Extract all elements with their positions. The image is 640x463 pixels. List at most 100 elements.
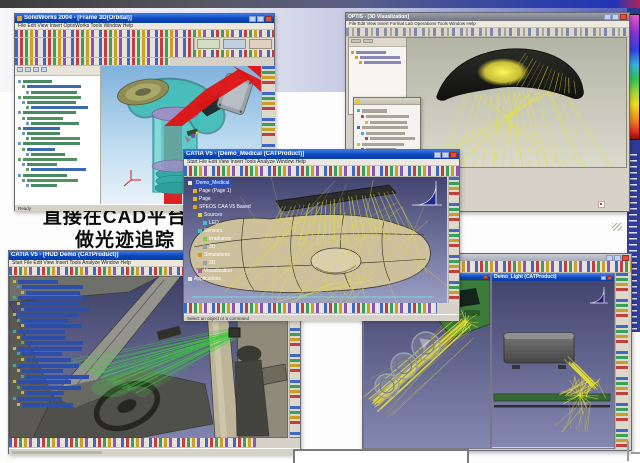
tree-item[interactable] (17, 386, 90, 390)
close-button[interactable] (483, 275, 488, 279)
tree-item[interactable] (26, 122, 100, 125)
specification-tree[interactable] (13, 278, 90, 407)
tree-item[interactable]: Visualization (198, 267, 251, 275)
toolbar-icons-strip[interactable] (15, 30, 274, 38)
tree-item[interactable] (22, 179, 100, 182)
maximize-button[interactable] (612, 14, 619, 20)
tree-item[interactable] (365, 137, 420, 140)
toolbar-icons-strip[interactable] (15, 38, 194, 50)
toolbar-icons-strip[interactable] (346, 28, 629, 37)
tree-item[interactable]: SPEOS CAA V5 Based (193, 203, 251, 211)
tree-item[interactable] (17, 403, 90, 407)
optis-tool-button[interactable] (197, 39, 220, 49)
tree-item[interactable] (17, 352, 90, 356)
tree-item[interactable] (17, 302, 90, 306)
tree-item[interactable] (21, 324, 90, 328)
tree-item[interactable] (13, 364, 90, 368)
close-button[interactable] (622, 255, 629, 261)
tree-item[interactable] (365, 121, 420, 124)
close-button[interactable] (607, 276, 612, 280)
maximize-button[interactable] (601, 276, 606, 280)
tree-item[interactable]: Demo_Medical (188, 179, 251, 187)
minimize-button[interactable] (604, 14, 611, 20)
window-b-menubar[interactable]: File Edit View Insert Format Lab Operati… (346, 21, 629, 28)
tree-item[interactable]: Sources (198, 211, 251, 219)
optis-tool-button[interactable] (249, 39, 272, 49)
3d-viewport-medical[interactable]: Demo_MedicalPage (Page 1)PageSPEOS CAA V… (184, 177, 448, 303)
tree-item[interactable] (361, 115, 420, 118)
tree-item[interactable] (18, 96, 100, 99)
optis-tool-button[interactable] (223, 39, 246, 49)
optisworks-button-group[interactable] (194, 38, 274, 50)
tree-item[interactable] (18, 127, 100, 130)
feature-tree-items[interactable] (15, 76, 100, 187)
tree-item[interactable]: Simulations (198, 251, 251, 259)
feature-tree-panel[interactable] (15, 66, 101, 204)
bottom-toolbar-icons[interactable] (9, 438, 256, 448)
tree-item[interactable] (22, 101, 100, 104)
window-c-titlebar[interactable]: CATIA V5 - [Demo_Medical (CATProduct)] (184, 150, 459, 159)
resize-gripper[interactable] (612, 223, 622, 231)
window-a-titlebar[interactable]: SolidWorks 2004 - [Frame 3D(Orbital)] (15, 14, 274, 23)
tree-item[interactable] (21, 358, 90, 362)
tree-item[interactable] (357, 143, 420, 146)
tree-item[interactable] (26, 153, 100, 156)
tree-item[interactable] (17, 336, 90, 340)
tree-item[interactable]: LED (203, 219, 251, 227)
close-button[interactable] (450, 152, 457, 158)
tree-item[interactable] (21, 308, 90, 312)
tree-item[interactable] (21, 375, 90, 379)
tree-item[interactable] (26, 91, 100, 94)
tree-item[interactable] (22, 163, 100, 166)
minimize-button[interactable] (434, 152, 441, 158)
tree-item[interactable] (18, 80, 100, 83)
window-b-titlebar[interactable]: OPTIS - [3D Visualization] (346, 13, 629, 21)
tree-item[interactable] (21, 291, 90, 295)
minimize-button[interactable] (249, 16, 256, 22)
window-c-menubar[interactable]: Start File Edit View Insert Tools Analyz… (184, 159, 459, 166)
tree-item[interactable] (13, 397, 90, 401)
tree-item[interactable] (17, 319, 90, 323)
tree-item[interactable] (22, 117, 100, 120)
maximize-button[interactable] (442, 152, 449, 158)
tree-item[interactable] (17, 285, 90, 289)
tree-item[interactable] (359, 61, 406, 64)
tree-item[interactable] (18, 142, 100, 145)
tree-item[interactable] (18, 158, 100, 161)
bottom-toolbar-icons[interactable] (184, 303, 437, 314)
toolbar-icons-strip[interactable] (15, 58, 170, 66)
tree-item[interactable]: 3D (203, 243, 251, 251)
tree-item[interactable] (13, 380, 90, 384)
right-toolbar-column[interactable] (615, 273, 628, 449)
tree-item[interactable]: Irradiance (203, 235, 251, 243)
tree-item[interactable] (13, 347, 90, 351)
tree-item[interactable] (26, 106, 100, 109)
tree-item[interactable] (21, 341, 90, 345)
tree-item[interactable] (357, 126, 420, 129)
toolbar-icons-strip[interactable] (184, 166, 459, 177)
3d-viewport-light-guide[interactable] (492, 281, 614, 447)
tree-item[interactable]: 3D (203, 259, 251, 267)
tree-item[interactable] (13, 280, 90, 284)
tree-item[interactable] (21, 391, 90, 395)
minimize-button[interactable] (606, 255, 613, 261)
tree-item[interactable] (17, 369, 90, 373)
window-a-menubar[interactable]: File Edit View Insert OptisWorks Tools W… (15, 23, 274, 30)
tree-item[interactable] (13, 330, 90, 334)
maximize-button[interactable] (257, 16, 264, 22)
maximize-button[interactable] (614, 255, 621, 261)
tree-item[interactable] (22, 148, 100, 151)
tree-item[interactable] (13, 296, 90, 300)
tree-item[interactable] (13, 313, 90, 317)
tree-item[interactable] (18, 111, 100, 114)
tree-item[interactable] (26, 137, 100, 140)
tree-item[interactable]: Sensors (198, 227, 251, 235)
toolbar-icons-strip[interactable] (15, 50, 274, 58)
tree-item[interactable]: Page (193, 195, 251, 203)
tree-item[interactable] (361, 132, 420, 135)
tree-item[interactable] (18, 174, 100, 177)
feature-tree-tabs[interactable] (15, 66, 100, 76)
tree-item[interactable] (22, 85, 100, 88)
panel-tabs[interactable] (349, 38, 406, 47)
close-button[interactable] (265, 16, 272, 22)
